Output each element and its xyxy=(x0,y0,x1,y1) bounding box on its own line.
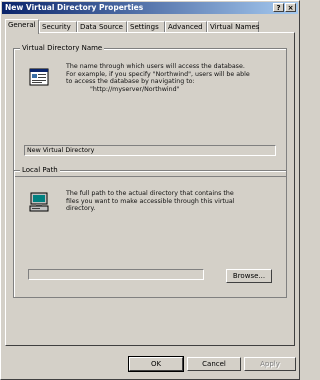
browse-button[interactable]: Browse... xyxy=(226,269,272,283)
general-tab-panel: Virtual Directory Name The name through … xyxy=(5,32,295,346)
virtual-directory-name-field[interactable]: New Virtual Directory xyxy=(24,145,276,156)
local-path-group-label: Local Path xyxy=(20,166,60,174)
ok-button[interactable]: OK xyxy=(128,356,184,372)
local-path-field[interactable] xyxy=(28,269,204,280)
local-path-description: The full path to the actual directory th… xyxy=(66,190,235,213)
properties-dialog: New Virtual Directory Properties ? × Gen… xyxy=(0,0,300,380)
local-path-desc-line1: The full path to the actual directory th… xyxy=(66,190,234,197)
apply-button[interactable]: Apply xyxy=(244,357,296,371)
virtual-directory-desc-line2: For example, if you specify "Northwind",… xyxy=(66,70,250,78)
virtual-directory-group-label: Virtual Directory Name xyxy=(20,44,105,52)
virtual-directory-desc-line4: "http://myserver/Northwind" xyxy=(90,85,180,93)
local-path-desc-line2: files you want to make accessible throug… xyxy=(66,197,235,205)
virtual-directory-desc-line1: The name through which users will access… xyxy=(66,63,245,70)
window-title: New Virtual Directory Properties xyxy=(5,3,144,12)
cancel-button[interactable]: Cancel xyxy=(187,357,241,371)
computer-icon xyxy=(29,192,49,212)
help-button[interactable]: ? xyxy=(273,3,284,12)
virtual-directory-group: Virtual Directory Name The name through … xyxy=(13,44,287,177)
tab-strip: General Security Data Source Settings Ad… xyxy=(5,19,297,34)
virtual-directory-description: The name through which users will access… xyxy=(66,63,250,93)
close-button[interactable]: × xyxy=(285,3,296,12)
tab-general[interactable]: General xyxy=(5,19,39,34)
local-path-desc-line3: directory. xyxy=(66,205,96,213)
virtual-directory-desc-line3: to access the database by navigating to: xyxy=(66,78,195,86)
title-bar[interactable]: New Virtual Directory Properties ? × xyxy=(2,2,298,14)
local-path-group: Local Path The full path to the actual d… xyxy=(13,166,287,298)
virtual-directory-icon xyxy=(29,68,49,86)
